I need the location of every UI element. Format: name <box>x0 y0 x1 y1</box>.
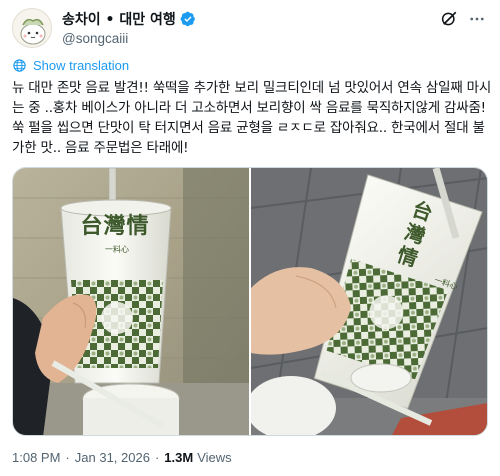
verified-badge-icon <box>180 11 195 27</box>
tweet-time[interactable]: 1:08 PM <box>12 450 60 465</box>
cup-brand-text: 台灣情 <box>80 213 150 239</box>
views-count[interactable]: 1.3M <box>164 450 193 465</box>
tweet-text-line: 쑥 펄을 씹으면 단맛이 탁 터지면서 음료 균형을 ㄹㅈㄷ로 잡아줘요.. 한… <box>12 120 485 136</box>
tweet-meta: 1:08 PM · Jan 31, 2026 · 1.3M Views <box>12 450 232 465</box>
tweet-date[interactable]: Jan 31, 2026 <box>75 450 150 465</box>
tweet-text-line: 는 중 ..홍차 베이스가 아니라 더 고소하면서 보리향이 싹 음료를 묵직하… <box>12 100 486 116</box>
more-button[interactable] <box>466 8 488 30</box>
tweet-header: 송차이 • 대만 여행 @songcaiii <box>12 8 488 48</box>
tweet-text-line: 뉴 대만 존맛 음료 발견!! 쑥떡을 추가한 보리 밀크티인데 넘 맛있어서 … <box>12 80 492 96</box>
avatar-illustration-icon <box>13 9 51 47</box>
views-label: Views <box>197 450 232 465</box>
display-name[interactable]: 송차이 • 대만 여행 <box>62 9 176 29</box>
separator-dot: · <box>65 450 70 465</box>
tweet-text-line: 가한 맛.. 음료 주문법은 타래에! <box>12 140 189 156</box>
user-names: 송차이 • 대만 여행 @songcaiii <box>62 10 196 46</box>
media-grid: 台灣情 一料心 台灣情 一料心 <box>12 167 488 436</box>
globe-icon <box>13 59 26 72</box>
cup-sub-text: 一料心 <box>105 245 129 254</box>
show-translation-link[interactable]: Show translation <box>12 58 129 73</box>
more-icon <box>470 17 484 21</box>
user-handle[interactable]: @songcaiii <box>62 31 196 46</box>
separator-dot: · <box>154 450 160 465</box>
show-translation-label: Show translation <box>33 58 130 73</box>
photo-2-image <box>251 168 487 435</box>
media-photo-2[interactable]: 台灣情 一料心 <box>251 168 487 435</box>
grok-icon[interactable] <box>440 10 458 28</box>
tweet-text: 뉴 대만 존맛 음료 발견!! 쑥떡을 추가한 보리 밀크티인데 넘 맛있어서 … <box>12 78 492 158</box>
media-photo-1[interactable]: 台灣情 一料心 <box>13 168 249 435</box>
avatar[interactable] <box>12 8 52 48</box>
